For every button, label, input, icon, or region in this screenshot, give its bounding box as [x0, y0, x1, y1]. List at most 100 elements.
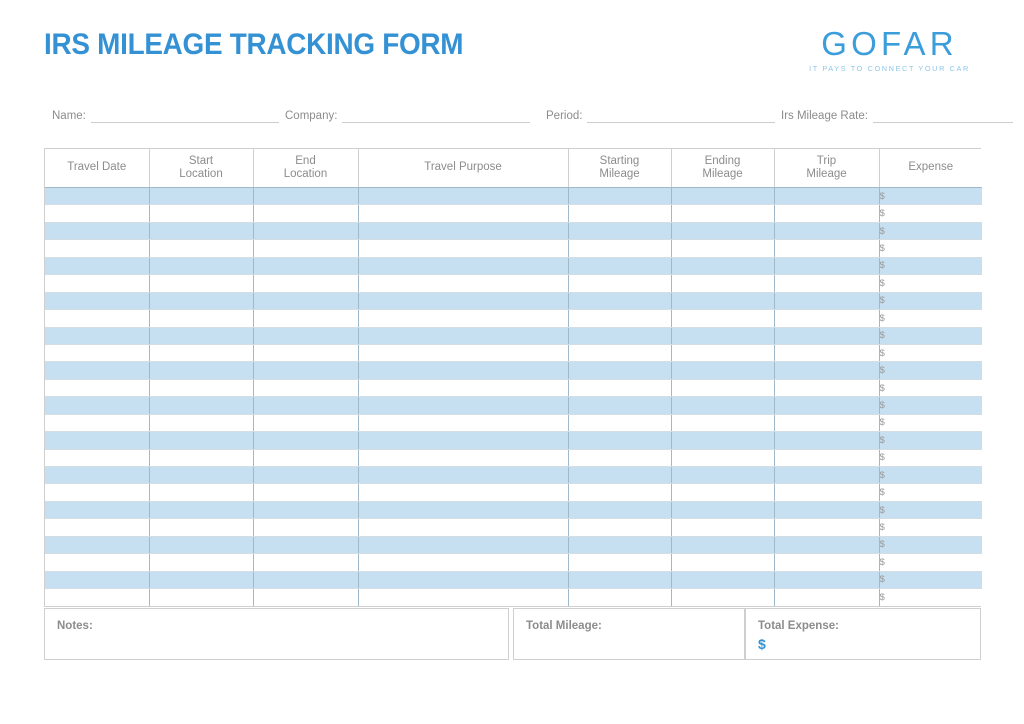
cell-trip_mileage[interactable]: [774, 536, 880, 555]
cell-starting_mileage[interactable]: [568, 501, 672, 520]
cell-travel_date[interactable]: [45, 431, 150, 450]
cell-trip_mileage[interactable]: [774, 571, 880, 590]
table-row[interactable]: $: [45, 344, 982, 363]
cell-ending_mileage[interactable]: [671, 449, 775, 468]
table-row[interactable]: $: [45, 204, 982, 223]
cell-travel_purpose[interactable]: [358, 309, 569, 328]
cell-trip_mileage[interactable]: [774, 309, 880, 328]
cell-travel_date[interactable]: [45, 414, 150, 433]
cell-travel_purpose[interactable]: [358, 239, 569, 258]
notes-box[interactable]: Notes:: [44, 608, 509, 660]
cell-start_location[interactable]: [149, 571, 254, 590]
cell-travel_date[interactable]: [45, 257, 150, 276]
cell-expense[interactable]: $: [879, 466, 982, 485]
table-row[interactable]: $: [45, 501, 982, 520]
cell-travel_date[interactable]: [45, 379, 150, 398]
cell-end_location[interactable]: [253, 483, 359, 502]
cell-end_location[interactable]: [253, 204, 359, 223]
table-row[interactable]: $: [45, 292, 982, 311]
cell-trip_mileage[interactable]: [774, 187, 880, 206]
cell-trip_mileage[interactable]: [774, 292, 880, 311]
cell-expense[interactable]: $: [879, 222, 982, 241]
table-row[interactable]: $: [45, 553, 982, 572]
cell-travel_purpose[interactable]: [358, 466, 569, 485]
cell-expense[interactable]: $: [879, 536, 982, 555]
cell-ending_mileage[interactable]: [671, 553, 775, 572]
cell-trip_mileage[interactable]: [774, 483, 880, 502]
cell-start_location[interactable]: [149, 588, 254, 606]
cell-trip_mileage[interactable]: [774, 327, 880, 345]
cell-starting_mileage[interactable]: [568, 204, 672, 223]
cell-travel_purpose[interactable]: [358, 274, 569, 293]
cell-travel_purpose[interactable]: [358, 431, 569, 450]
cell-expense[interactable]: $: [879, 588, 982, 606]
table-row[interactable]: $: [45, 361, 982, 380]
cell-expense[interactable]: $: [879, 309, 982, 328]
cell-end_location[interactable]: [253, 239, 359, 258]
cell-travel_purpose[interactable]: [358, 483, 569, 502]
cell-end_location[interactable]: [253, 309, 359, 328]
period-input[interactable]: [587, 107, 776, 123]
cell-end_location[interactable]: [253, 449, 359, 468]
cell-travel_purpose[interactable]: [358, 257, 569, 276]
cell-travel_purpose[interactable]: [358, 414, 569, 433]
table-row[interactable]: $: [45, 274, 982, 293]
cell-travel_purpose[interactable]: [358, 571, 569, 590]
cell-end_location[interactable]: [253, 518, 359, 537]
cell-expense[interactable]: $: [879, 257, 982, 276]
cell-travel_date[interactable]: [45, 187, 150, 206]
cell-travel_date[interactable]: [45, 222, 150, 241]
table-row[interactable]: $: [45, 536, 982, 555]
cell-start_location[interactable]: [149, 449, 254, 468]
cell-expense[interactable]: $: [879, 396, 982, 415]
table-row[interactable]: $: [45, 449, 982, 468]
table-row[interactable]: $: [45, 187, 982, 206]
cell-travel_date[interactable]: [45, 501, 150, 520]
cell-travel_purpose[interactable]: [358, 222, 569, 241]
cell-end_location[interactable]: [253, 501, 359, 520]
cell-ending_mileage[interactable]: [671, 518, 775, 537]
cell-ending_mileage[interactable]: [671, 414, 775, 433]
cell-expense[interactable]: $: [879, 379, 982, 398]
cell-travel_purpose[interactable]: [358, 501, 569, 520]
cell-travel_date[interactable]: [45, 483, 150, 502]
cell-ending_mileage[interactable]: [671, 257, 775, 276]
cell-end_location[interactable]: [253, 396, 359, 415]
cell-starting_mileage[interactable]: [568, 274, 672, 293]
irs-mileage-rate-input[interactable]: [872, 107, 1013, 123]
cell-expense[interactable]: $: [879, 571, 982, 590]
cell-trip_mileage[interactable]: [774, 431, 880, 450]
cell-start_location[interactable]: [149, 396, 254, 415]
table-row[interactable]: $: [45, 518, 982, 537]
cell-starting_mileage[interactable]: [568, 344, 672, 363]
cell-travel_purpose[interactable]: [358, 518, 569, 537]
cell-expense[interactable]: $: [879, 449, 982, 468]
cell-trip_mileage[interactable]: [774, 414, 880, 433]
cell-travel_date[interactable]: [45, 274, 150, 293]
cell-expense[interactable]: $: [879, 204, 982, 223]
cell-expense[interactable]: $: [879, 414, 982, 433]
cell-travel_date[interactable]: [45, 204, 150, 223]
cell-end_location[interactable]: [253, 292, 359, 311]
cell-travel_purpose[interactable]: [358, 187, 569, 206]
table-row[interactable]: $: [45, 379, 982, 398]
cell-trip_mileage[interactable]: [774, 518, 880, 537]
cell-travel_purpose[interactable]: [358, 396, 569, 415]
cell-travel_date[interactable]: [45, 571, 150, 590]
cell-start_location[interactable]: [149, 361, 254, 380]
cell-expense[interactable]: $: [879, 431, 982, 450]
cell-end_location[interactable]: [253, 379, 359, 398]
cell-end_location[interactable]: [253, 222, 359, 241]
cell-start_location[interactable]: [149, 518, 254, 537]
total-expense-value[interactable]: $: [758, 635, 980, 653]
cell-starting_mileage[interactable]: [568, 553, 672, 572]
cell-trip_mileage[interactable]: [774, 257, 880, 276]
cell-end_location[interactable]: [253, 571, 359, 590]
cell-trip_mileage[interactable]: [774, 379, 880, 398]
table-row[interactable]: $: [45, 327, 982, 345]
cell-ending_mileage[interactable]: [671, 292, 775, 311]
cell-travel_date[interactable]: [45, 553, 150, 572]
cell-trip_mileage[interactable]: [774, 274, 880, 293]
cell-travel_date[interactable]: [45, 361, 150, 380]
cell-travel_date[interactable]: [45, 588, 150, 606]
